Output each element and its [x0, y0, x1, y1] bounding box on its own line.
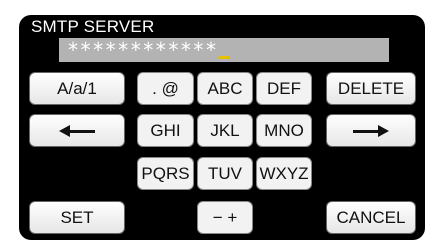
key-minus-plus[interactable]: − +	[197, 201, 253, 234]
key-ghi[interactable]: GHI	[137, 114, 194, 147]
key-jkl[interactable]: JKL	[197, 114, 253, 147]
key-pqrs[interactable]: PQRS	[137, 157, 194, 190]
cancel-button[interactable]: CANCEL	[326, 201, 416, 234]
arrow-right-icon	[353, 124, 389, 137]
key-wxyz[interactable]: WXYZ	[256, 157, 312, 190]
cursor-right-button[interactable]	[326, 114, 416, 147]
key-abc[interactable]: ABC	[197, 72, 253, 105]
key-def[interactable]: DEF	[256, 72, 312, 105]
smtp-server-value: ************	[67, 39, 230, 61]
key-mno[interactable]: MNO	[256, 114, 312, 147]
smtp-server-input[interactable]: ************	[59, 38, 389, 62]
key-tuv[interactable]: TUV	[197, 157, 253, 190]
cursor-left-button[interactable]	[29, 114, 125, 147]
mode-toggle-button[interactable]: A/a/1	[29, 72, 125, 105]
lcd-screen: SMTP SERVER ************ A/a/1 . @ ABC D…	[19, 15, 425, 240]
set-button[interactable]: SET	[29, 201, 125, 234]
arrow-left-icon	[59, 124, 95, 137]
delete-button[interactable]: DELETE	[326, 72, 416, 105]
screen-title: SMTP SERVER	[31, 17, 155, 36]
key-symbols[interactable]: . @	[137, 72, 194, 105]
masked-text: ************	[67, 38, 218, 62]
text-cursor	[218, 56, 230, 59]
